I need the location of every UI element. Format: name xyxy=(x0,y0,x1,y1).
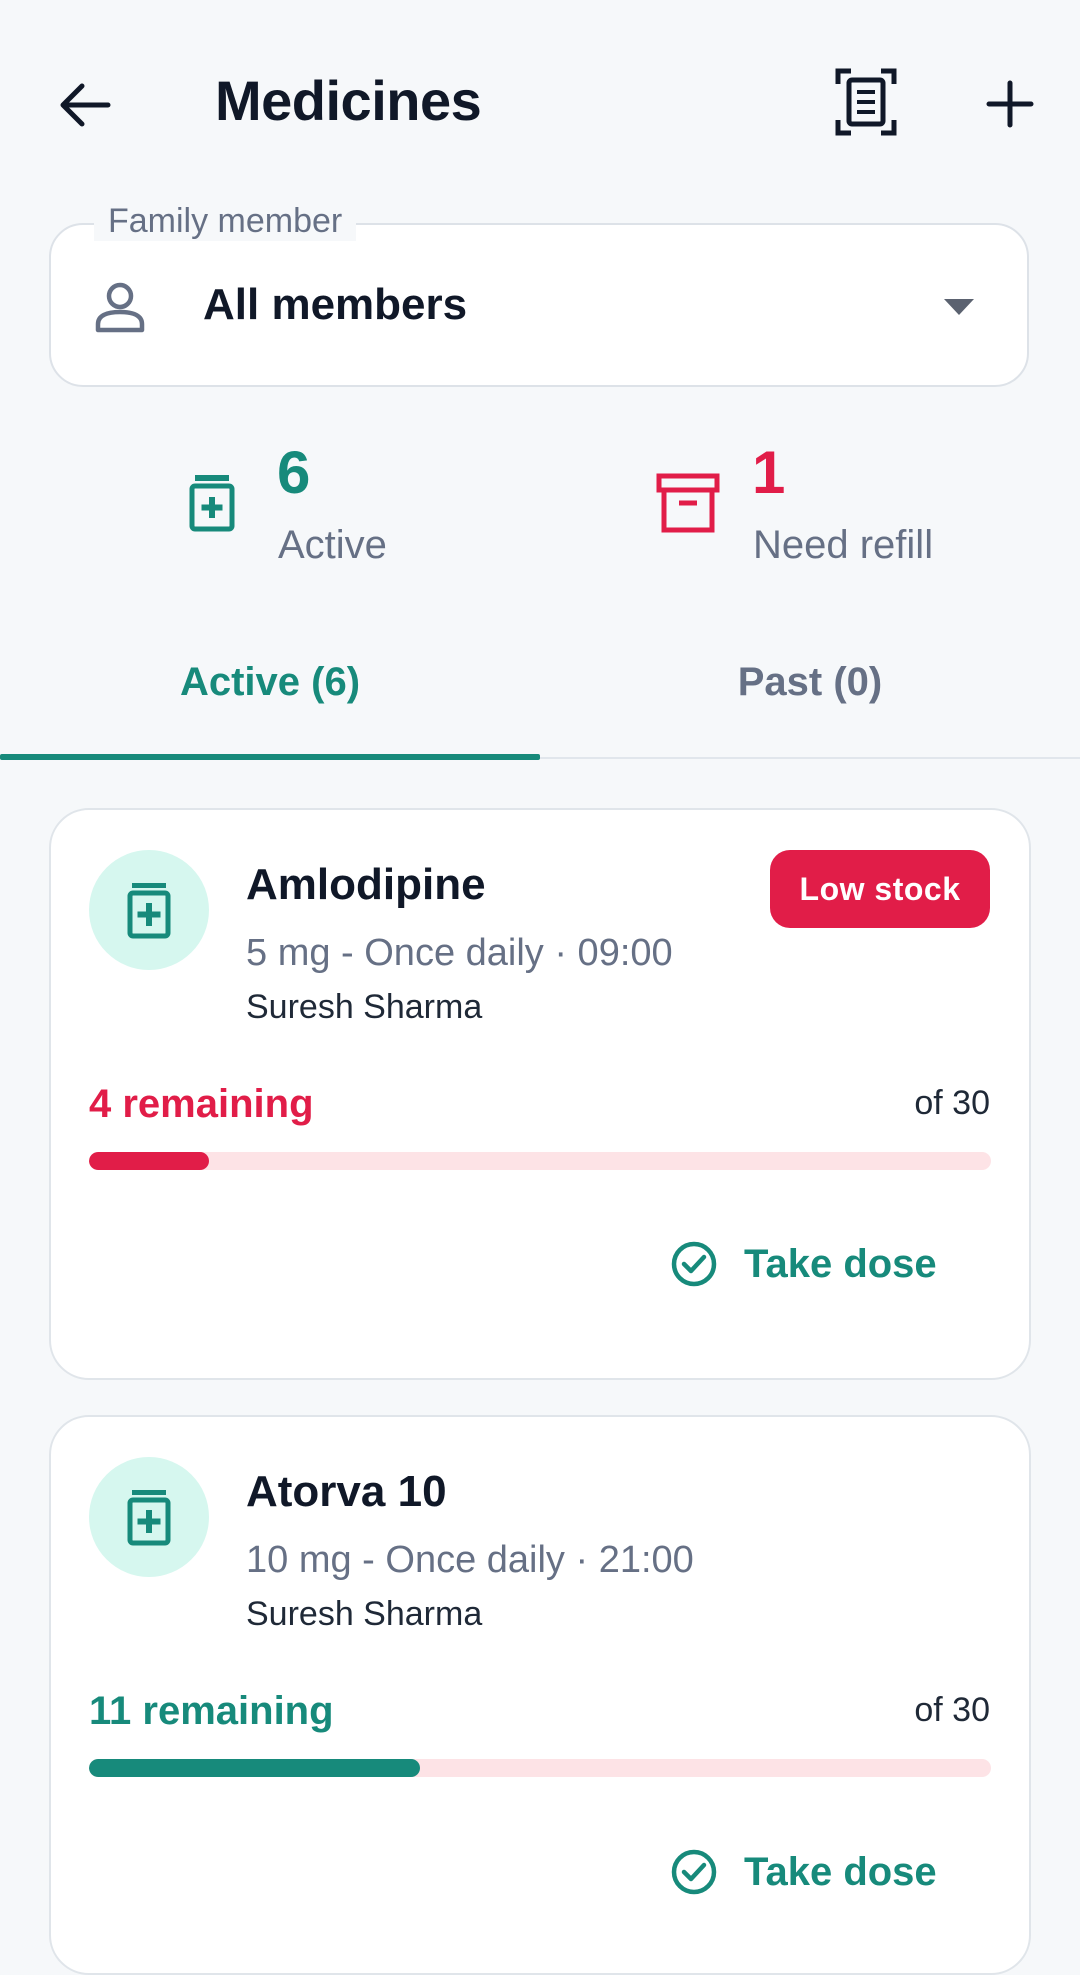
scan-document-button[interactable] xyxy=(828,64,904,140)
tab-active[interactable]: Active (6) xyxy=(0,660,540,760)
take-dose-button[interactable]: Take dose xyxy=(670,1848,937,1896)
refill-count: 1 xyxy=(752,439,786,506)
stock-progress-bar xyxy=(89,1152,991,1170)
check-circle-icon xyxy=(671,1241,717,1287)
medicine-bottle-icon xyxy=(127,1490,171,1546)
stock-progress-fill xyxy=(89,1152,210,1170)
medicine-person: Suresh Sharma xyxy=(246,1595,483,1633)
refill-label: Need refill xyxy=(753,523,934,567)
medicine-name: Atorva 10 xyxy=(246,1467,447,1516)
total-count: of 30 xyxy=(914,1084,990,1122)
tab-past[interactable]: Past (0) xyxy=(540,660,1080,760)
medicine-dose: 5 mg - Once daily · 09:00 xyxy=(246,932,673,974)
page-title: Medicines xyxy=(215,69,482,132)
active-label: Active xyxy=(278,523,387,567)
arrow-left-icon xyxy=(60,83,111,127)
take-dose-button[interactable]: Take dose xyxy=(670,1240,937,1288)
medicine-dose: 10 mg - Once daily · 21:00 xyxy=(246,1539,694,1581)
medicine-name: Amlodipine xyxy=(246,860,486,909)
document-scan-icon xyxy=(835,68,897,136)
medicine-bottle-icon xyxy=(182,472,242,532)
stock-progress-fill xyxy=(89,1759,420,1777)
total-count: of 30 xyxy=(914,1691,990,1729)
person-icon xyxy=(90,278,150,338)
medicine-person: Suresh Sharma xyxy=(246,988,483,1026)
chevron-down-icon xyxy=(942,296,976,318)
remaining-count: 11 remaining xyxy=(89,1689,334,1733)
tab-active-indicator xyxy=(0,754,540,760)
archive-box-icon xyxy=(655,470,721,536)
take-dose-label: Take dose xyxy=(744,1849,937,1894)
family-member-select[interactable] xyxy=(49,223,1029,387)
back-button[interactable] xyxy=(50,70,120,140)
medicine-icon-circle xyxy=(89,1457,209,1577)
stock-progress-bar xyxy=(89,1759,991,1777)
take-dose-label: Take dose xyxy=(744,1241,937,1286)
medicine-bottle-icon xyxy=(127,883,171,939)
family-member-value: All members xyxy=(203,280,468,329)
check-circle-icon xyxy=(671,1849,717,1895)
medicine-icon-circle xyxy=(89,850,209,970)
low-stock-badge: Low stock xyxy=(770,850,990,928)
remaining-count: 4 remaining xyxy=(89,1082,314,1126)
add-medicine-button[interactable] xyxy=(972,66,1048,142)
active-count: 6 xyxy=(277,439,311,506)
plus-icon xyxy=(986,80,1034,128)
family-member-label: Family member xyxy=(94,202,357,241)
